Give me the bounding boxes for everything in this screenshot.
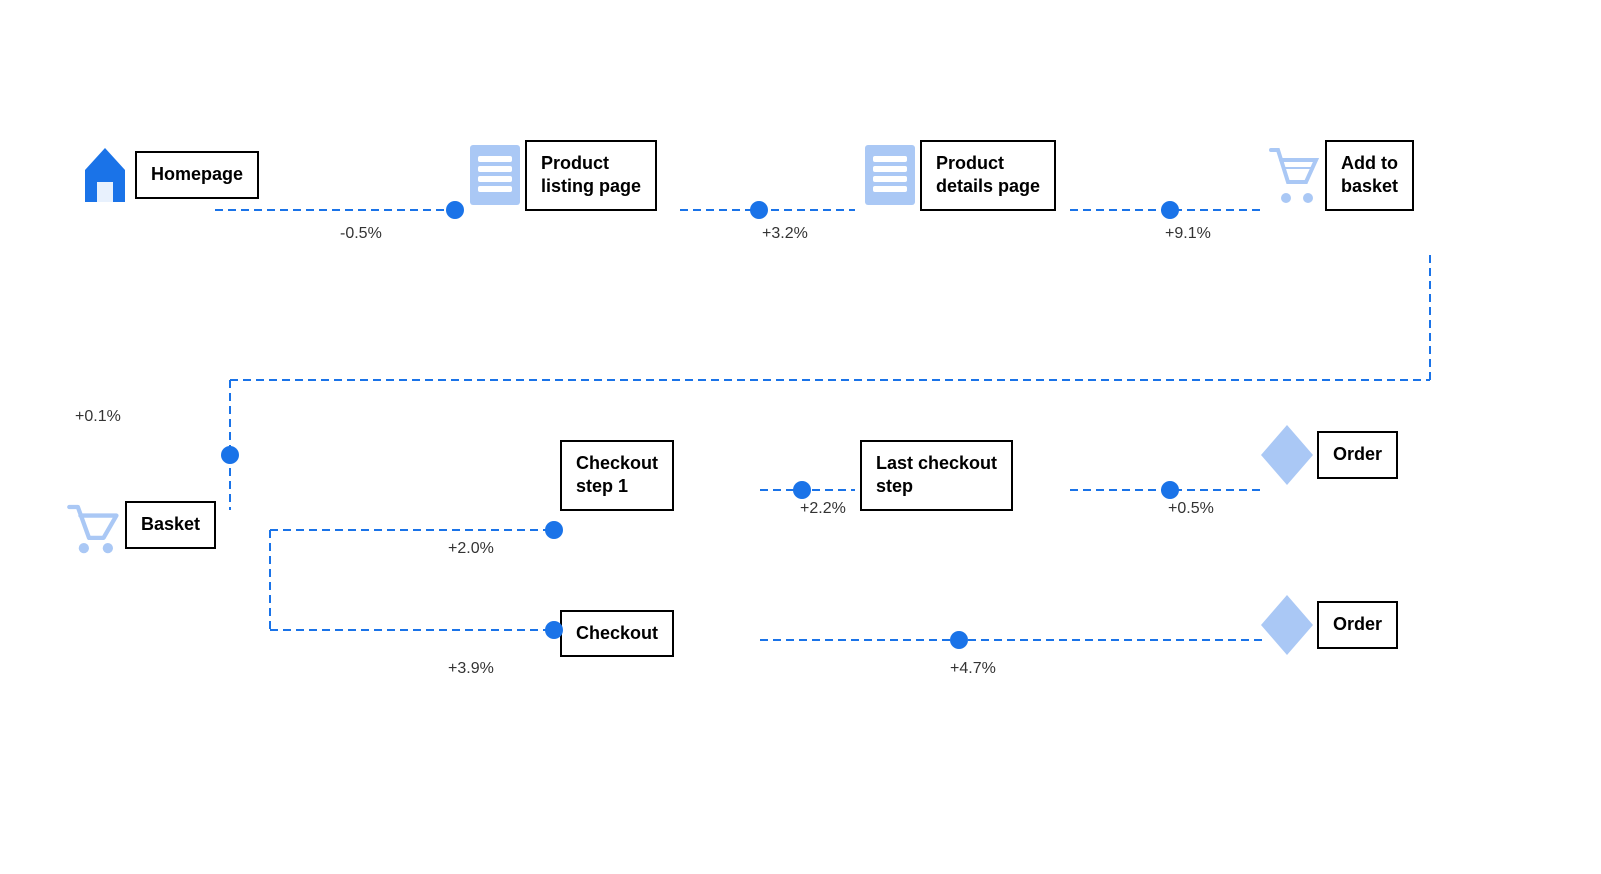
checkout-node: Checkout [560,610,674,657]
product-listing-node: Product listing page [465,140,657,211]
order2-label: Order [1317,601,1398,648]
dot-basket-loop [221,446,239,464]
label-basket-checkout1: +2.0% [448,540,494,558]
checkout-step1-node: Checkout step 1 [560,440,674,511]
dot-basket-checkout1 [545,521,563,539]
label-basket-checkout: +3.9% [448,660,494,678]
dot-details-basket [1161,201,1179,219]
dot-checkout1-last [793,481,811,499]
basket-node: Basket [65,490,216,560]
last-checkout-label: Last checkout step [860,440,1013,511]
add-to-basket-node: Add to basket [1265,140,1414,211]
homepage-label: Homepage [135,151,259,198]
label-details-basket: +9.1% [1165,225,1211,243]
checkout-step1-label: Checkout step 1 [560,440,674,511]
add-to-basket-label: Add to basket [1325,140,1414,211]
label-checkout-order2: +4.7% [950,660,996,678]
basket-icon [65,490,125,560]
basket-label: Basket [125,501,216,548]
order2-node: Order [1257,590,1398,660]
diamond-icon-2 [1257,590,1317,660]
dot-listing-details [750,201,768,219]
dot-basket-checkout [545,621,563,639]
product-details-node: Product details page [860,140,1056,211]
dot-checkout-order2 [950,631,968,649]
diamond-icon-1 [1257,420,1317,490]
cart-icon-addbasket [1265,140,1325,210]
label-basket-loop: +0.1% [75,408,121,426]
label-homepage-listing: -0.5% [340,225,382,243]
listing-icon [465,140,525,210]
label-checkout1-last: +2.2% [800,500,846,518]
last-checkout-node: Last checkout step [860,440,1013,511]
product-details-label: Product details page [920,140,1056,211]
details-icon [860,140,920,210]
label-listing-details: +3.2% [762,225,808,243]
order1-node: Order [1257,420,1398,490]
dot-homepage-listing [446,201,464,219]
home-icon [75,140,135,210]
order1-label: Order [1317,431,1398,478]
product-listing-label: Product listing page [525,140,657,211]
dot-last-order1 [1161,481,1179,499]
diagram: Homepage Product listing page [0,0,1601,874]
label-last-order1: +0.5% [1168,500,1214,518]
checkout-label: Checkout [560,610,674,657]
homepage-node: Homepage [75,140,259,210]
